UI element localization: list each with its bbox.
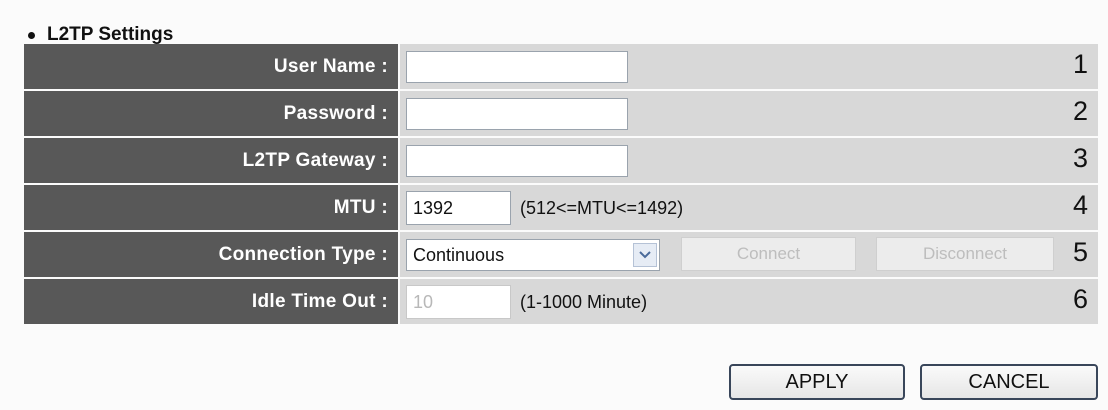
bullet-icon (28, 31, 35, 39)
user-name-input[interactable] (406, 51, 628, 83)
l2tp-gateway-cell: 3 (400, 138, 1098, 183)
row-mtu: MTU : (512<=MTU<=1492) 4 (24, 185, 1098, 230)
section-title: L2TP Settings (28, 24, 173, 46)
idle-time-out-cell: (1-1000 Minute) 6 (400, 279, 1098, 324)
password-input[interactable] (406, 98, 628, 130)
idle-time-out-hint: (1-1000 Minute) (520, 292, 648, 312)
row-number-2: 2 (1072, 96, 1088, 126)
connect-button[interactable]: Connect (681, 237, 856, 271)
row-connection-type: Connection Type : Continuous Connect Dis… (24, 232, 1098, 277)
connection-type-select[interactable]: Continuous (406, 239, 660, 271)
cancel-button[interactable]: CANCEL (920, 364, 1098, 400)
l2tp-gateway-label: L2TP Gateway : (24, 138, 398, 183)
row-idle-time-out: Idle Time Out : (1-1000 Minute) 6 (24, 279, 1098, 324)
settings-table: User Name : 1 Password : 2 L2TP Gateway … (24, 44, 1098, 326)
section-title-text: L2TP Settings (47, 24, 174, 45)
connection-type-label: Connection Type : (24, 232, 398, 277)
user-name-cell: 1 (400, 44, 1098, 89)
row-number-5: 5 (1072, 237, 1088, 267)
row-number-3: 3 (1072, 143, 1088, 173)
password-cell: 2 (400, 91, 1098, 136)
l2tp-settings-page: L2TP Settings User Name : 1 Password : 2… (0, 0, 1108, 410)
connection-type-selected: Continuous (413, 245, 505, 265)
idle-time-out-input[interactable] (406, 285, 511, 319)
row-user-name: User Name : 1 (24, 44, 1098, 89)
password-label: Password : (24, 91, 398, 136)
mtu-cell: (512<=MTU<=1492) 4 (400, 185, 1098, 230)
user-name-label: User Name : (24, 44, 398, 89)
row-number-1: 1 (1072, 49, 1088, 79)
mtu-label: MTU : (24, 185, 398, 230)
mtu-input[interactable] (406, 191, 511, 225)
chevron-down-icon[interactable] (633, 243, 657, 267)
row-number-6: 6 (1072, 284, 1088, 314)
mtu-hint: (512<=MTU<=1492) (520, 198, 684, 218)
row-number-4: 4 (1072, 190, 1088, 220)
apply-button[interactable]: APPLY (729, 364, 905, 400)
idle-time-out-label: Idle Time Out : (24, 279, 398, 324)
row-l2tp-gateway: L2TP Gateway : 3 (24, 138, 1098, 183)
l2tp-gateway-input[interactable] (406, 145, 628, 177)
disconnect-button[interactable]: Disconnect (876, 237, 1054, 271)
connection-type-cell: Continuous Connect Disconnect 5 (400, 232, 1098, 277)
row-password: Password : 2 (24, 91, 1098, 136)
